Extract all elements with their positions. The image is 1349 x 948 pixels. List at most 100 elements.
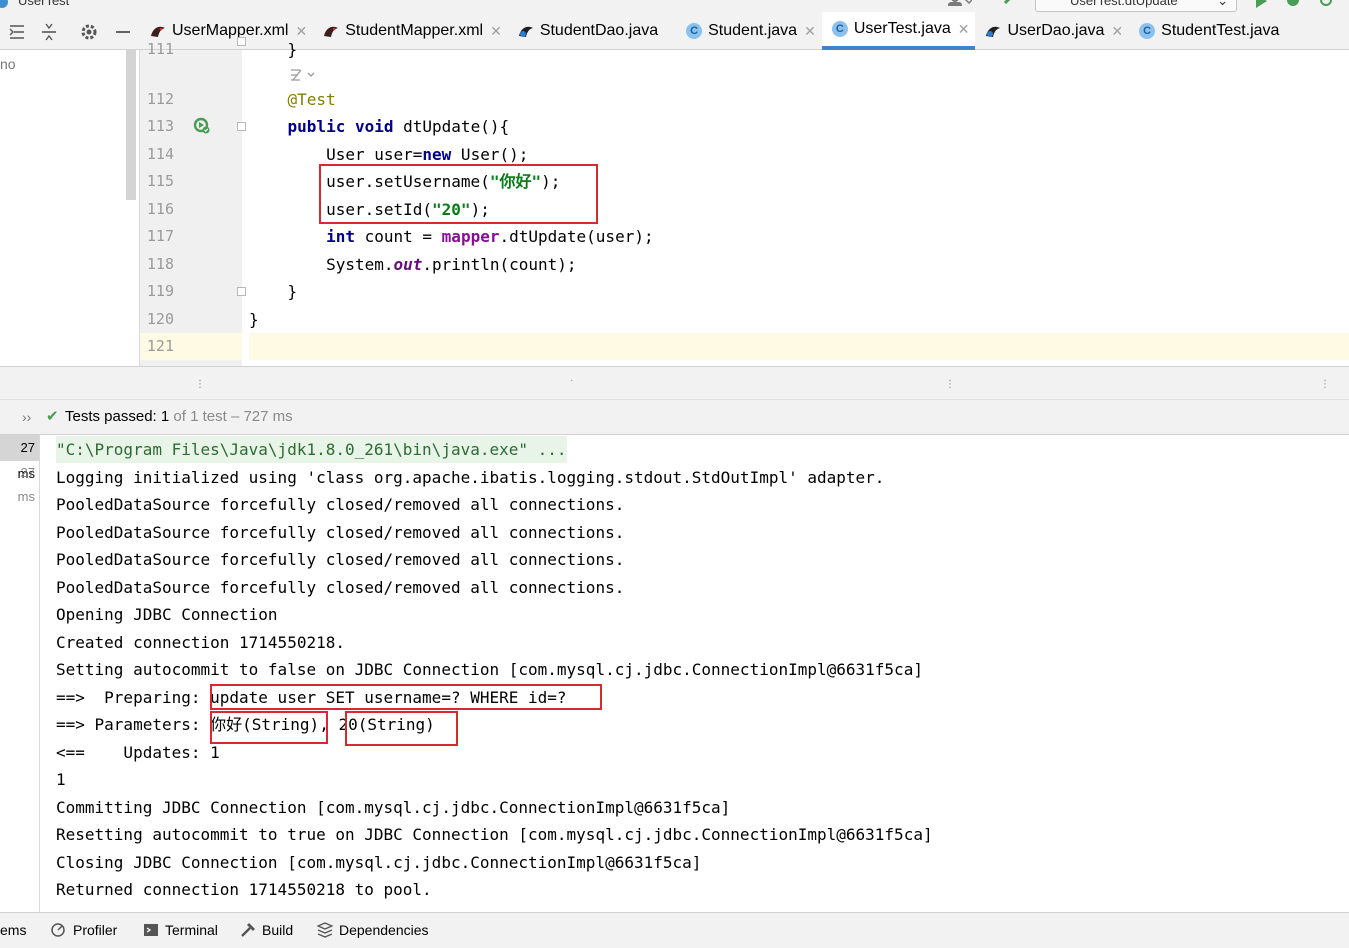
tool-tab-label: Build	[262, 922, 294, 938]
console-line: Committing JDBC Connection [com.mysql.cj…	[56, 797, 731, 817]
gear-icon[interactable]	[80, 23, 98, 41]
line-number: 113	[146, 117, 174, 135]
code-token: }	[249, 282, 298, 301]
java-test-class-icon: C	[831, 21, 848, 37]
line-number: 115	[146, 172, 174, 190]
code-token: int	[326, 227, 355, 246]
code-token: @Test	[287, 90, 336, 109]
console-line: Returned connection 1714550218 to pool.	[56, 880, 432, 899]
status-detail: of 1 test – 727 ms	[173, 408, 293, 425]
code-line[interactable]	[249, 62, 1349, 89]
line-number: 118	[146, 255, 174, 273]
code-token: mapper	[441, 227, 500, 246]
console-command-line[interactable]: "C:\Program Files\Java\jdk1.8.0_261\bin\…	[56, 436, 567, 463]
highlight-box-setters	[319, 164, 598, 224]
test-tree-row-root[interactable]: 27 ms	[0, 435, 39, 481]
line-number: 114	[146, 145, 174, 163]
line-number: 117	[146, 227, 174, 245]
console-line: Closing JDBC Connection [com.mysql.cj.jd…	[56, 852, 702, 872]
code-line[interactable]: int count = mapper.dtUpdate(user);	[249, 223, 1349, 250]
highlight-box-param-username	[210, 711, 328, 744]
collapse-all-icon[interactable]	[40, 23, 58, 41]
console-line: Opening JDBC Connection	[56, 605, 278, 624]
profiler-icon	[51, 923, 65, 937]
code-token: }	[249, 310, 259, 329]
code-line[interactable]: }	[249, 306, 1349, 333]
code-token: dtUpdate(){	[393, 117, 510, 136]
expand-all-icon[interactable]	[8, 23, 26, 41]
code-line[interactable]: }	[249, 278, 1349, 305]
run-configuration-select[interactable]: UserTest.dtUpdate ⌄	[1035, 0, 1237, 12]
drag-handle[interactable]: ⋮	[1320, 379, 1330, 390]
hide-panel-icon[interactable]	[114, 23, 132, 41]
close-icon[interactable]: ✕	[958, 21, 970, 38]
code-token: .println(count);	[422, 255, 577, 274]
tool-tab-problems[interactable]: ems	[0, 913, 26, 947]
console-line: Created connection 1714550218.	[56, 632, 345, 652]
run-icon[interactable]	[1256, 0, 1267, 8]
expand-icon[interactable]: ››	[22, 400, 31, 434]
line-number: 121	[146, 337, 174, 355]
code-line[interactable]: }	[249, 36, 1349, 63]
project-panel-toolbar	[0, 12, 140, 50]
user-icon[interactable]	[948, 0, 972, 6]
highlight-box-param-id	[345, 711, 458, 746]
tool-tab-build[interactable]: Build	[240, 913, 293, 947]
line-number: 120	[146, 310, 174, 328]
code-token: void	[354, 117, 394, 136]
code-line[interactable]: public void dtUpdate(){	[249, 113, 1349, 140]
drag-handle[interactable]: ⋮	[945, 379, 955, 390]
tool-tab-dependencies[interactable]: Dependencies	[317, 913, 429, 947]
console-line: Logging initialized using 'class org.apa…	[56, 467, 885, 487]
coverage-icon[interactable]	[1320, 0, 1332, 6]
code-line[interactable]	[249, 333, 1349, 360]
passed-count: 1	[160, 408, 170, 425]
console-line: PooledDataSource forcefully closed/remov…	[56, 495, 625, 514]
code-line[interactable]: @Test	[249, 86, 1349, 113]
project-tree-item[interactable]: no	[0, 56, 16, 72]
code-token: User();	[451, 145, 529, 164]
run-console[interactable]: "C:\Program Files\Java\jdk1.8.0_261\bin\…	[40, 435, 1349, 912]
code-token: }	[249, 40, 298, 59]
code-token: count =	[354, 227, 442, 246]
window-title: UserTest	[18, 0, 70, 8]
drag-handle[interactable]: ⋮	[195, 379, 205, 390]
dependencies-icon	[317, 922, 333, 938]
tool-tab-label: ems	[0, 922, 27, 938]
tool-tab-label: Dependencies	[339, 922, 429, 938]
inlay-hint-icon[interactable]	[288, 67, 318, 83]
drag-handle[interactable]: ·	[570, 375, 573, 386]
chevron-down-icon: ⌄	[1217, 0, 1228, 8]
code-token: new	[422, 145, 452, 164]
tool-tab-profiler[interactable]: Profiler	[51, 913, 117, 947]
line-number: 116	[146, 200, 174, 218]
console-line: PooledDataSource forcefully closed/remov…	[56, 577, 625, 597]
test-tree-row-method[interactable]: 27 ms	[0, 461, 39, 504]
line-number: 111	[146, 40, 174, 58]
fold-marker-icon[interactable]	[237, 37, 246, 46]
test-status-bar: ›› ✔ Tests passed: 1 of 1 test – 727 ms	[0, 399, 1349, 435]
console-line: 1	[56, 770, 66, 789]
project-panel-scrollbar[interactable]	[126, 50, 136, 200]
fold-marker-icon[interactable]	[237, 122, 246, 131]
code-token: System.	[249, 255, 394, 274]
code-token: out	[393, 255, 423, 274]
console-line: Resetting autocommit to true on JDBC Con…	[56, 825, 933, 844]
project-panel: no	[0, 50, 140, 366]
build-hammer-icon[interactable]	[1004, 0, 1018, 4]
line-number: 112	[146, 90, 174, 108]
fold-marker-icon[interactable]	[237, 287, 246, 296]
debug-icon[interactable]	[1287, 0, 1299, 6]
run-test-gutter-icon[interactable]	[193, 117, 211, 135]
tool-tab-terminal[interactable]: Terminal	[143, 913, 218, 947]
title-toolbar-strip: UserTest UserTest.dtUpdate ⌄	[0, 0, 1349, 12]
console-line: PooledDataSource forcefully closed/remov…	[56, 522, 625, 542]
run-configuration-label: UserTest.dtUpdate	[1070, 0, 1178, 8]
panel-splitter[interactable]: ⋮ · ⋮ ⋮	[0, 366, 1349, 399]
console-line: PooledDataSource forcefully closed/remov…	[56, 550, 625, 569]
code-line[interactable]: System.out.println(count);	[249, 251, 1349, 278]
